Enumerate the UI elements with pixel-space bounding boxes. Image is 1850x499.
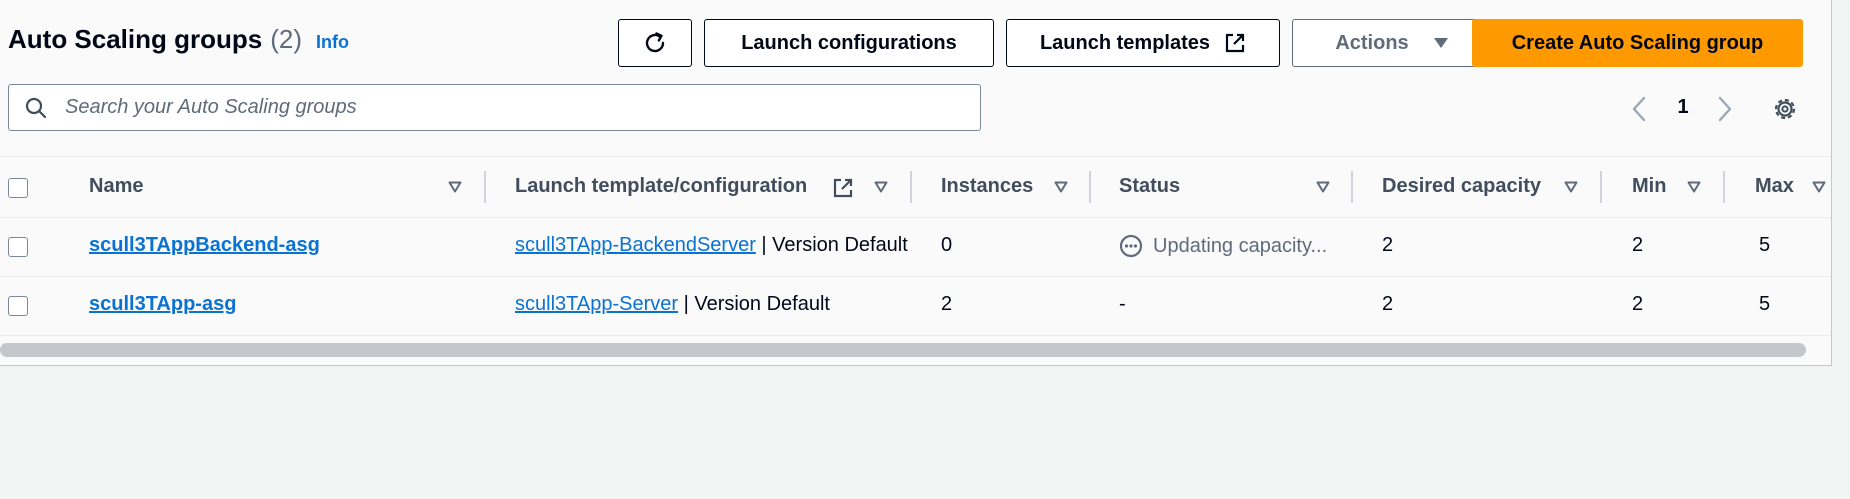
column-header-instances[interactable]: Instances (941, 175, 1033, 198)
auto-scaling-groups-panel: Auto Scaling groups (2) Info Launch conf… (0, 0, 1832, 366)
row-checkbox[interactable] (8, 296, 28, 316)
chevron-right-icon[interactable] (1714, 96, 1734, 122)
external-link-icon (1225, 33, 1245, 53)
sort-icon[interactable] (1687, 181, 1701, 193)
column-header-max[interactable]: Max (1755, 175, 1794, 198)
in-progress-icon (1119, 234, 1143, 258)
desired-capacity-value: 2 (1382, 293, 1394, 315)
launch-template-link[interactable]: scull3TApp-BackendServer (515, 234, 756, 256)
status-cell: Updating capacity... (1119, 234, 1327, 258)
instances-value: 0 (941, 234, 953, 256)
column-divider[interactable] (1723, 171, 1725, 203)
sort-icon[interactable] (1564, 181, 1578, 193)
min-value: 2 (1632, 293, 1644, 315)
refresh-icon (645, 32, 665, 53)
group-name-link[interactable]: scull3TApp-asg (89, 293, 236, 316)
launch-configurations-button[interactable]: Launch configurations (704, 19, 994, 67)
launch-template-cell: scull3TApp-BackendServer | Version Defau… (515, 234, 918, 257)
column-header-desired-capacity[interactable]: Desired capacity (1382, 175, 1541, 198)
column-header-status[interactable]: Status (1119, 175, 1180, 198)
launch-template-cell: scull3TApp-Server | Version Default (515, 293, 918, 316)
column-divider[interactable] (1089, 171, 1091, 203)
column-divider[interactable] (484, 171, 486, 203)
row-checkbox[interactable] (8, 237, 28, 257)
desired-capacity-value: 2 (1382, 234, 1394, 256)
actions-dropdown[interactable]: Actions (1292, 19, 1492, 67)
search-input[interactable]: Search your Auto Scaling groups (8, 84, 981, 131)
table-header-row: Name Launch template/configuration Insta… (0, 156, 1831, 218)
page-header: Auto Scaling groups (2) Info (8, 24, 349, 55)
gear-icon[interactable] (1772, 96, 1798, 122)
info-link[interactable]: Info (316, 32, 349, 53)
sort-icon[interactable] (1316, 181, 1330, 193)
table-row[interactable]: scull3TAppBackend-asg scull3TApp-Backend… (0, 218, 1831, 277)
external-link-icon (833, 178, 853, 198)
refresh-button[interactable] (618, 19, 692, 67)
max-value: 5 (1759, 234, 1771, 256)
sort-icon[interactable] (1812, 181, 1826, 193)
status-text: - (1119, 293, 1126, 315)
launch-template-link[interactable]: scull3TApp-Server (515, 293, 678, 315)
column-header-launch-template[interactable]: Launch template/configuration (515, 175, 807, 198)
min-value: 2 (1632, 234, 1644, 256)
column-divider[interactable] (1351, 171, 1353, 203)
launch-templates-button[interactable]: Launch templates (1006, 19, 1280, 67)
create-auto-scaling-group-button[interactable]: Create Auto Scaling group (1472, 19, 1803, 67)
launch-template-version: | Version Default (761, 234, 908, 256)
caret-down-icon (1433, 38, 1448, 48)
sort-icon[interactable] (874, 181, 888, 193)
select-all-checkbox[interactable] (8, 178, 28, 198)
column-header-name[interactable]: Name (89, 175, 143, 198)
status-text: Updating capacity... (1153, 234, 1328, 257)
group-count: (2) (270, 24, 303, 54)
search-placeholder: Search your Auto Scaling groups (65, 96, 357, 118)
launch-template-version: | Version Default (683, 293, 830, 315)
launch-templates-label: Launch templates (1039, 31, 1211, 54)
horizontal-scrollbar[interactable] (0, 343, 1806, 357)
max-value: 5 (1759, 293, 1771, 315)
sort-icon[interactable] (1054, 181, 1068, 193)
page-title: Auto Scaling groups (8, 24, 263, 54)
current-page[interactable]: 1 (1674, 96, 1692, 119)
column-header-min[interactable]: Min (1632, 175, 1666, 198)
instances-value: 2 (941, 293, 953, 315)
create-label: Create Auto Scaling group (1511, 31, 1764, 54)
sort-icon[interactable] (448, 181, 462, 193)
group-name-link[interactable]: scull3TAppBackend-asg (89, 234, 320, 257)
column-divider[interactable] (910, 171, 912, 203)
actions-label: Actions (1335, 31, 1409, 54)
chevron-left-icon[interactable] (1630, 96, 1650, 122)
table-row[interactable]: scull3TApp-asg scull3TApp-Server | Versi… (0, 277, 1831, 336)
search-icon (25, 97, 47, 118)
column-divider[interactable] (1600, 171, 1602, 203)
launch-configurations-label: Launch configurations (741, 31, 957, 54)
